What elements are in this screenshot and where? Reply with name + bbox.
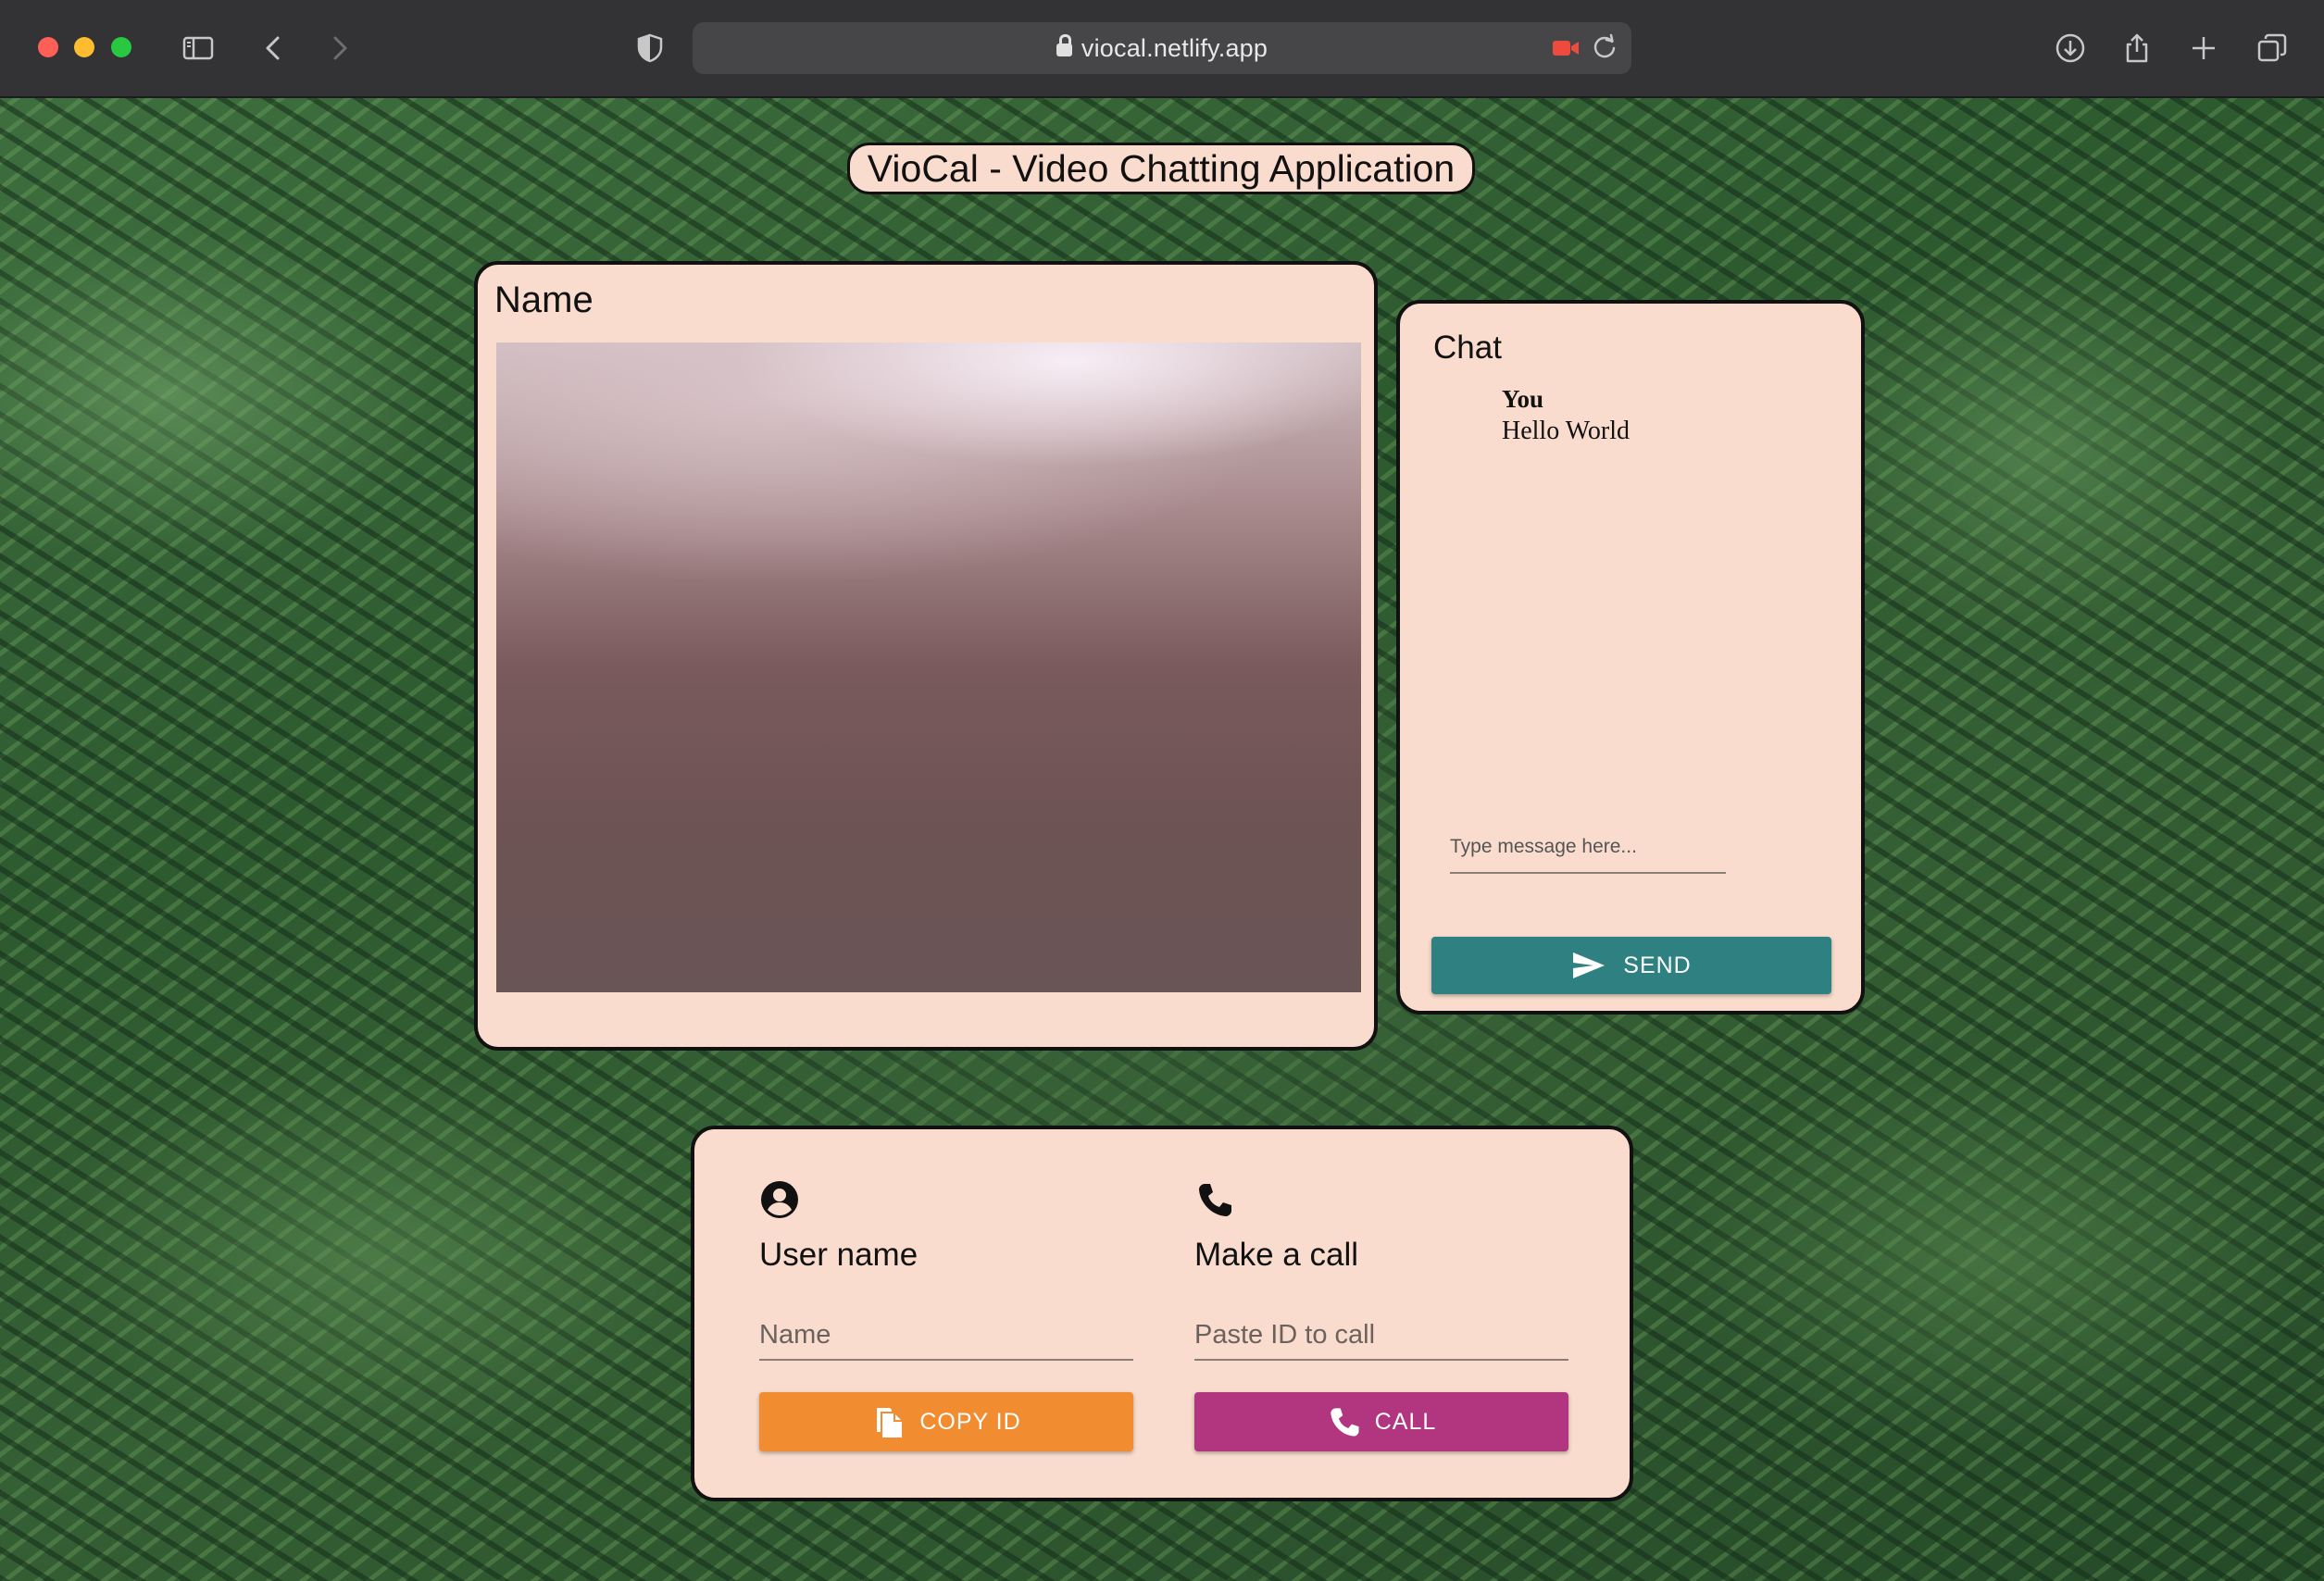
- reload-icon[interactable]: [1591, 33, 1618, 61]
- chat-panel: Chat You Hello World SEND: [1396, 300, 1865, 1015]
- make-call-section: Make a call CALL: [1194, 1129, 1568, 1498]
- call-id-input[interactable]: [1194, 1311, 1568, 1361]
- back-icon[interactable]: [254, 28, 294, 68]
- page-background: VioCal - Video Chatting Application Name…: [0, 98, 2324, 1581]
- url-display: viocal.netlify.app: [693, 34, 1631, 63]
- app-title: VioCal - Video Chatting Application: [847, 143, 1475, 194]
- chat-title: Chat: [1433, 330, 1502, 366]
- share-icon[interactable]: [2117, 28, 2157, 68]
- user-name-heading: User name: [759, 1237, 918, 1273]
- camera-in-use-icon[interactable]: [1552, 37, 1580, 59]
- call-button-label: CALL: [1374, 1408, 1437, 1435]
- call-controls-card: User name COPY ID Make a call: [691, 1126, 1633, 1501]
- tab-overview-icon[interactable]: [2252, 28, 2293, 68]
- send-button-label: SEND: [1623, 952, 1692, 978]
- make-call-heading: Make a call: [1194, 1237, 1359, 1273]
- close-window-button[interactable]: [38, 37, 58, 57]
- forward-icon[interactable]: [319, 28, 359, 68]
- url-text: viocal.netlify.app: [1081, 34, 1268, 62]
- chat-message-input[interactable]: [1450, 822, 1726, 874]
- privacy-shield-icon[interactable]: [630, 28, 670, 68]
- browser-toolbar: viocal.netlify.app: [0, 0, 2324, 98]
- phone-icon: [1199, 1184, 1231, 1216]
- copy-icon: [877, 1408, 903, 1438]
- call-button[interactable]: CALL: [1194, 1392, 1568, 1451]
- minimize-window-button[interactable]: [74, 37, 94, 57]
- phone-icon: [1331, 1408, 1359, 1437]
- video-card: Name: [474, 261, 1378, 1051]
- send-button[interactable]: SEND: [1431, 937, 1831, 994]
- video-name-label: Name: [494, 280, 593, 320]
- message-text: Hello World: [1502, 417, 1630, 445]
- name-input[interactable]: [759, 1311, 1133, 1361]
- message-sender: You: [1502, 385, 1544, 413]
- address-bar[interactable]: viocal.netlify.app: [693, 22, 1631, 74]
- new-tab-icon[interactable]: [2183, 28, 2224, 68]
- user-name-section: User name COPY ID: [759, 1129, 1133, 1498]
- lock-icon: [1056, 34, 1072, 56]
- zoom-window-button[interactable]: [111, 37, 131, 57]
- send-icon: [1573, 952, 1606, 978]
- video-feed: [496, 342, 1361, 992]
- copy-id-label: COPY ID: [919, 1408, 1021, 1435]
- sidebar-toggle-icon[interactable]: [178, 28, 219, 68]
- account-circle-icon: [761, 1181, 798, 1218]
- copy-id-button[interactable]: COPY ID: [759, 1392, 1133, 1451]
- downloads-icon[interactable]: [2050, 28, 2091, 68]
